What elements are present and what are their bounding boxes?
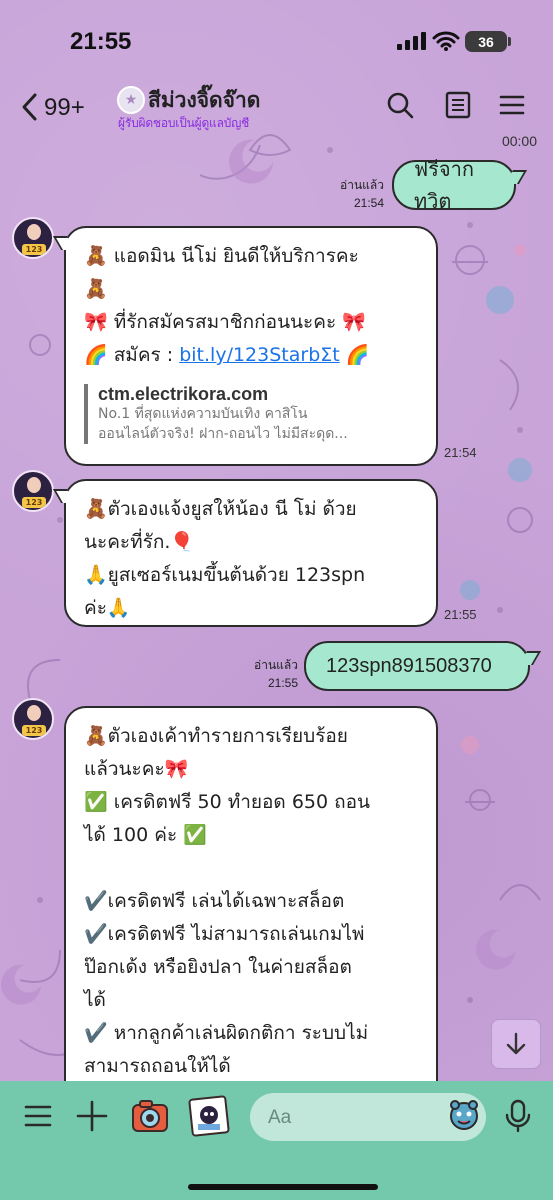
battery-level: 36 <box>478 33 494 50</box>
preview-description: No.1 ที่สุดแห่งความบันเทิง คาสิโน <box>98 406 308 422</box>
hamburger-icon[interactable] <box>20 1098 56 1134</box>
status-time: 21:55 <box>70 28 132 55</box>
signal-icon <box>397 32 426 50</box>
read-receipt: อ่านแล้ว <box>340 178 384 192</box>
message-line: ป๊อกเด้ง หรือยิงปลา ในค่ายสล็อต <box>84 956 352 978</box>
battery-indicator: 36 <box>465 31 507 52</box>
plus-icon[interactable] <box>74 1098 110 1134</box>
read-receipt: อ่านแล้ว <box>254 658 298 672</box>
signup-link[interactable]: bit.ly/123StarbΣt <box>179 344 340 366</box>
message-time: 21:55 <box>444 607 477 622</box>
search-icon[interactable] <box>385 90 415 120</box>
message-line: ✔️ หากลูกค้าเล่นผิดกติกา ระบบไม่ <box>84 1022 369 1044</box>
link-suffix: 🌈 <box>339 344 370 366</box>
message-line: ✔️เครดิตฟรี ไม่สามารถเล่นเกมไพ่ <box>84 923 365 945</box>
link-preview[interactable]: ctm.electrikora.com No.1 ที่สุดแห่งความบ… <box>84 384 420 444</box>
message-line: นะคะที่รัก.🎈 <box>84 531 195 553</box>
message-line: 🧸ตัวเองแจ้งยูสให้น้อง นี โม่ ด้วย <box>84 498 357 520</box>
scroll-to-bottom-button[interactable] <box>491 1019 541 1069</box>
preview-domain: ctm.electrikora.com <box>98 384 269 404</box>
incoming-message[interactable]: 🧸ตัวเองแจ้งยูสให้น้อง นี โม่ ด้วย นะคะที… <box>64 479 438 627</box>
message-line: ได้ <box>84 989 106 1011</box>
message-time: 21:55 <box>267 676 298 690</box>
message-text: ฟรีจากทวิต <box>414 157 474 213</box>
unread-count[interactable]: 99+ <box>44 94 85 122</box>
message-line: ค่ะ🙏 <box>84 597 131 619</box>
message-line-link: 🌈 สมัคร : bit.ly/123StarbΣt 🌈 <box>84 339 420 372</box>
battery-tip <box>508 37 511 46</box>
message-text: 123spn891508370 <box>326 654 492 677</box>
status-bar: 21:55 36 <box>0 0 553 80</box>
incoming-message[interactable]: 🧸 แอดมิน นีโม่ ยินดีให้บริการคะ 🧸 🎀 ที่ร… <box>64 226 438 466</box>
message-line: ✅ เครดิตฟรี 50 ทำยอด 650 ถอน <box>84 791 371 813</box>
message-line: 🙏ยูสเซอร์เนมขึ้นต้นด้วย 123spn <box>84 564 366 586</box>
message-line: 🧸ตัวเองเค้าทำรายการเรียบร้อย <box>84 725 348 747</box>
sender-avatar[interactable]: 123 <box>12 698 54 740</box>
message-line: 🎀 ที่รักสมัครสมาชิกก่อนนะคะ 🎀 <box>84 311 366 333</box>
top-timestamp: 00:00 <box>501 133 537 149</box>
chat-subtitle: ผู้รับผิดชอบเป็นผู้ดูแลบัญชี <box>118 116 250 130</box>
preview-description: ออนไลน์ตัวจริง! ฝาก-ถอนไว ไม่มีสะดุด... <box>98 426 348 442</box>
message-input-placeholder: Aa <box>268 1107 292 1128</box>
arrow-down-icon <box>506 1032 526 1055</box>
incoming-message[interactable]: 🧸ตัวเองเค้าทำรายการเรียบร้อย แล้วนะคะ🎀 ✅… <box>64 706 438 1106</box>
outgoing-message[interactable]: ฟรีจากทวิต <box>392 157 516 213</box>
link-prefix: 🌈 สมัคร : <box>84 344 180 366</box>
message-meta: อ่านแล้ว 21:55 <box>242 656 298 692</box>
message-meta: อ่านแล้ว 21:54 <box>328 176 384 212</box>
emoji-icon[interactable] <box>448 1099 480 1131</box>
message-line <box>84 852 420 885</box>
message-line: 🧸 แอดมิน นีโม่ ยินดีให้บริการคะ <box>84 245 359 267</box>
message-line: ✔️เครดิตฟรี เล่นได้เฉพาะสล็อต <box>84 890 345 912</box>
chat-avatar[interactable]: ★ <box>117 86 145 114</box>
photo-icon[interactable] <box>188 1095 230 1137</box>
sender-avatar[interactable]: 123 <box>12 217 54 259</box>
message-time: 21:54 <box>444 445 477 460</box>
wifi-icon <box>432 31 460 51</box>
chat-header: 99+ ★ สีม่วงจิ๊ดจ๊าด ผู้รับผิดชอบเป็นผู้… <box>0 80 553 140</box>
camera-icon[interactable] <box>130 1096 170 1136</box>
composer-bar: Aa <box>0 1081 553 1200</box>
notes-icon[interactable] <box>443 90 473 120</box>
chat-title[interactable]: สีม่วงจิ๊ดจ๊าด <box>148 84 260 117</box>
message-line: แล้วนะคะ🎀 <box>84 758 189 780</box>
back-icon[interactable] <box>18 92 42 122</box>
mic-icon[interactable] <box>500 1098 536 1134</box>
menu-icon[interactable] <box>497 90 527 120</box>
message-line: 🧸 <box>84 278 108 300</box>
sender-avatar[interactable]: 123 <box>12 470 54 512</box>
message-time: 21:54 <box>353 196 384 210</box>
outgoing-message[interactable]: 123spn891508370 <box>304 641 530 691</box>
message-line: ได้ 100 ค่ะ ✅ <box>84 824 207 846</box>
home-indicator <box>188 1184 378 1190</box>
message-line: สามารถถอนให้ได้ <box>84 1055 231 1077</box>
